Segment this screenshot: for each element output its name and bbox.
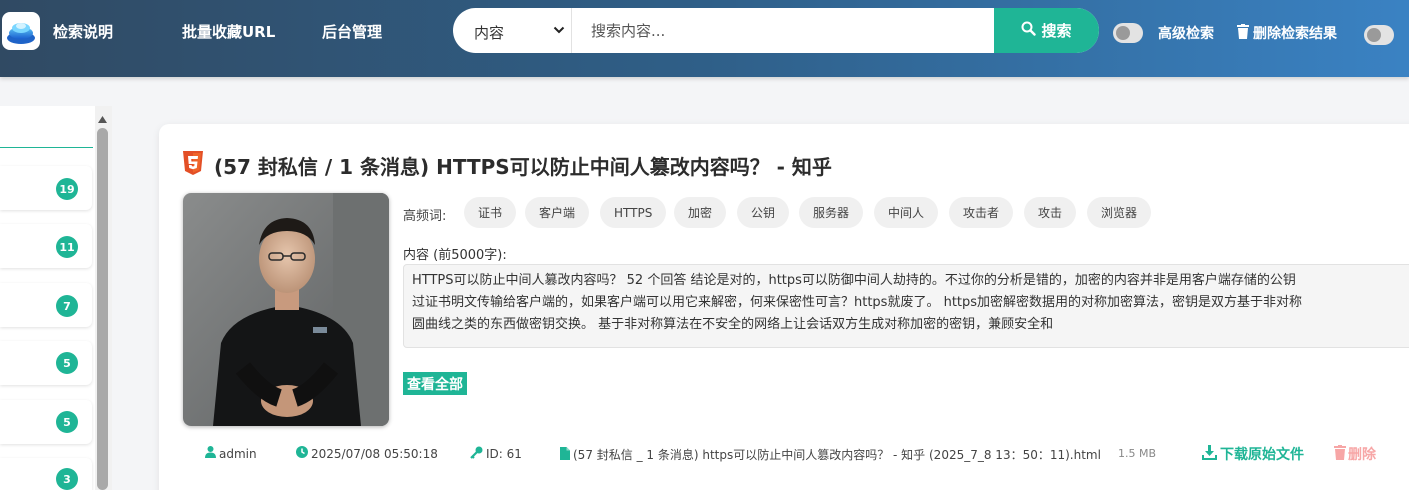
sidebar: 19 11 7 5 5 3: [0, 106, 112, 490]
top-navbar: 检索说明 批量收藏URL 后台管理 内容 搜索 高级检索 删除检索结果: [0, 0, 1409, 77]
search-field-select[interactable]: 内容: [453, 8, 572, 53]
download-icon: [1202, 444, 1217, 464]
view-all-button[interactable]: 查看全部: [403, 372, 467, 395]
download-original-button[interactable]: 下载原始文件: [1202, 444, 1304, 464]
toggle-knob: [1367, 28, 1381, 42]
sidebar-divider: [0, 147, 93, 148]
sidebar-item[interactable]: 5: [0, 341, 92, 385]
content-line: 过证书明文传输给客户端的，如果客户端可以用它来解密，何来保密性可言？https就…: [412, 295, 1303, 310]
result-card: (57 封私信 / 1 条消息) HTTPS可以防止中间人篡改内容吗？ - 知乎: [159, 124, 1409, 490]
keyword-tag[interactable]: HTTPS: [600, 197, 667, 228]
trash-icon: [1237, 23, 1249, 43]
clock-icon: [296, 446, 308, 461]
content-line: 圆曲线之类的东西做密钥交换。 基于非对称算法在不安全的网络上让会话双方生成对称加…: [412, 317, 1054, 332]
content-label: 内容 (前5000字):: [403, 248, 507, 263]
meta-id-text: ID: 61: [486, 447, 522, 461]
count-badge: 5: [56, 352, 78, 374]
scroll-up-arrow-icon[interactable]: [97, 110, 108, 129]
download-label: 下载原始文件: [1220, 447, 1304, 463]
meta-user: admin: [205, 446, 257, 461]
app-logo[interactable]: [2, 12, 40, 50]
key-icon: [470, 446, 483, 462]
search-icon: [1021, 21, 1037, 40]
count-badge: 5: [56, 411, 78, 433]
meta-datetime-text: 2025/07/08 05:50:18: [311, 446, 438, 461]
delete-label: 删除: [1348, 447, 1376, 463]
sidebar-item[interactable]: 5: [0, 400, 92, 444]
keyword-tag[interactable]: 客户端: [525, 197, 590, 228]
meta-id: ID: 61: [470, 446, 522, 462]
scrollbar-thumb[interactable]: [97, 128, 108, 490]
keyword-tag[interactable]: 攻击: [1024, 197, 1077, 228]
result-title[interactable]: (57 封私信 / 1 条消息) HTTPS可以防止中间人篡改内容吗？ - 知乎: [214, 151, 832, 180]
meta-filename-text: (57 封私信 _ 1 条消息) https可以防止中间人篡改内容吗？ - 知乎…: [573, 448, 1101, 462]
search-button-label: 搜索: [1041, 22, 1072, 40]
content-preview: HTTPS可以防止中间人篡改内容吗？ 52 个回答 结论是对的，https可以防…: [403, 264, 1409, 348]
count-badge: 3: [56, 468, 78, 490]
delete-results-link[interactable]: 删除检索结果: [1237, 23, 1337, 43]
file-size: 1.5 MB: [1118, 447, 1157, 460]
nav-admin[interactable]: 后台管理: [322, 21, 382, 42]
delete-button[interactable]: 删除: [1334, 444, 1376, 464]
keyword-tag[interactable]: 服务器: [799, 197, 864, 228]
sidebar-item[interactable]: 11: [0, 224, 92, 268]
count-badge: 7: [56, 295, 78, 317]
keyword-tag[interactable]: 加密: [674, 197, 727, 228]
search-field-selected: 内容: [474, 24, 505, 42]
sidebar-item[interactable]: 19: [0, 166, 92, 210]
sidebar-item[interactable]: 7: [0, 283, 92, 327]
sidebar-item[interactable]: 3: [0, 458, 92, 490]
keyword-tag[interactable]: 证书: [464, 197, 517, 228]
nav-batch-bookmark[interactable]: 批量收藏URL: [182, 21, 275, 42]
meta-datetime: 2025/07/08 05:50:18: [296, 446, 438, 461]
advanced-search-toggle[interactable]: [1113, 23, 1143, 43]
nav-search-help[interactable]: 检索说明: [53, 21, 113, 42]
delete-results-toggle[interactable]: [1364, 25, 1394, 45]
keyword-tag[interactable]: 攻击者: [949, 197, 1014, 228]
html5-icon: [183, 151, 203, 179]
keywords-label: 高频词:: [403, 209, 447, 224]
search-input[interactable]: [573, 8, 993, 53]
count-badge: 11: [56, 236, 78, 258]
delete-results-label: 删除检索结果: [1253, 26, 1337, 42]
toggle-knob: [1116, 26, 1130, 40]
trash-icon: [1334, 444, 1346, 464]
meta-filename: (57 封私信 _ 1 条消息) https可以防止中间人篡改内容吗？ - 知乎…: [560, 446, 1101, 463]
keyword-tag[interactable]: 公钥: [737, 197, 790, 228]
search-bar: 内容 搜索: [453, 8, 1099, 53]
chevron-down-icon: [553, 22, 565, 42]
count-badge: 19: [56, 178, 78, 200]
keyword-tag[interactable]: 中间人: [874, 197, 939, 228]
keyword-tag[interactable]: 浏览器: [1087, 197, 1152, 228]
file-icon: [560, 446, 570, 463]
meta-user-text: admin: [219, 446, 257, 461]
search-button[interactable]: 搜索: [994, 8, 1099, 53]
advanced-search-label[interactable]: 高级检索: [1158, 23, 1214, 43]
result-thumbnail[interactable]: [183, 193, 389, 426]
user-icon: [205, 446, 216, 461]
content-line: HTTPS可以防止中间人篡改内容吗？ 52 个回答 结论是对的，https可以防…: [412, 273, 1296, 288]
